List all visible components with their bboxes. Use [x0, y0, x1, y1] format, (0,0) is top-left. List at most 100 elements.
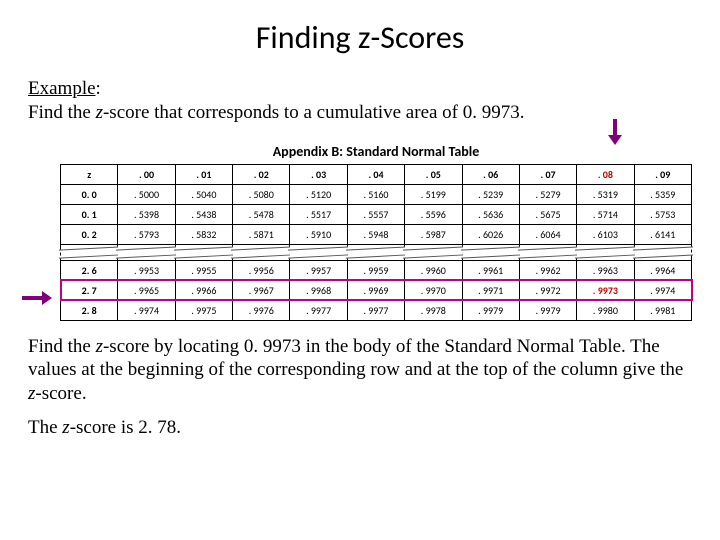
- table-break-cell: [577, 244, 634, 260]
- table-cell: . 5398: [118, 204, 175, 224]
- table-cell: . 9973: [577, 280, 634, 300]
- arrow-right-icon: [22, 291, 56, 305]
- table-header-col: . 03: [290, 164, 347, 184]
- table-cell: . 9977: [290, 300, 347, 320]
- table-cell: . 9969: [347, 280, 404, 300]
- table-cell: . 5793: [118, 224, 175, 244]
- table-row: 2. 8. 9974. 9975. 9976. 9977. 9977. 9978…: [61, 300, 692, 320]
- footer-text: -score by locating 0. 9973 in the body o…: [28, 336, 683, 381]
- table-cell: . 5160: [347, 184, 404, 204]
- table-cell: . 5987: [405, 224, 462, 244]
- table-cell: . 9975: [175, 300, 232, 320]
- table-wrap: Appendix B: Standard Normal Table z. 00.…: [60, 143, 692, 321]
- table-cell: . 5199: [405, 184, 462, 204]
- table-header-col: . 06: [462, 164, 519, 184]
- footer-text: The: [28, 417, 62, 438]
- example-block: Example: Find the z-score that correspon…: [0, 77, 720, 125]
- table-row-header: 2. 6: [61, 260, 118, 280]
- table-header-col: . 00: [118, 164, 175, 184]
- table-cell: . 5359: [634, 184, 691, 204]
- arrow-down-icon: [608, 119, 622, 147]
- footer-text: -score is 2. 78.: [70, 417, 181, 438]
- example-z: z: [96, 102, 103, 123]
- table-break-cell: [519, 244, 576, 260]
- footer-para-2: The z-score is 2. 78.: [28, 416, 692, 440]
- table-cell: . 5000: [118, 184, 175, 204]
- table-cell: . 9978: [405, 300, 462, 320]
- table-cell: . 5239: [462, 184, 519, 204]
- table-row-header: 0. 2: [61, 224, 118, 244]
- table-break-cell: [405, 244, 462, 260]
- table-cell: . 9980: [577, 300, 634, 320]
- table-break-cell: [290, 244, 347, 260]
- table-cell: . 6064: [519, 224, 576, 244]
- table-row-header: 2. 8: [61, 300, 118, 320]
- table-break-cell: [118, 244, 175, 260]
- table-cell: . 9977: [347, 300, 404, 320]
- table-cell: . 5279: [519, 184, 576, 204]
- table-cell: . 9959: [347, 260, 404, 280]
- table-cell: . 5596: [405, 204, 462, 224]
- table-header-col: . 09: [634, 164, 691, 184]
- table-row: 0. 1. 5398. 5438. 5478. 5517. 5557. 5596…: [61, 204, 692, 224]
- table-cell: . 9957: [290, 260, 347, 280]
- footer-text: -score.: [35, 383, 86, 404]
- table-header-z: z: [61, 164, 118, 184]
- table-break-cell: [175, 244, 232, 260]
- table-break-cell: [462, 244, 519, 260]
- table-cell: . 9955: [175, 260, 232, 280]
- table-cell: . 9961: [462, 260, 519, 280]
- footer-z: z: [96, 336, 103, 357]
- table-cell: . 9963: [577, 260, 634, 280]
- table-cell: . 5948: [347, 224, 404, 244]
- table-caption: Appendix B: Standard Normal Table: [60, 143, 692, 160]
- table-cell: . 9981: [634, 300, 691, 320]
- table-cell: . 6141: [634, 224, 691, 244]
- table-cell: . 9956: [233, 260, 290, 280]
- table-header-col: . 04: [347, 164, 404, 184]
- table-cell: . 5080: [233, 184, 290, 204]
- table-cell: . 5438: [175, 204, 232, 224]
- table-cell: . 5753: [634, 204, 691, 224]
- table-cell: . 9966: [175, 280, 232, 300]
- table-header-col: . 02: [233, 164, 290, 184]
- table-cell: . 6103: [577, 224, 634, 244]
- table-cell: . 5910: [290, 224, 347, 244]
- footer-block: Find the z-score by locating 0. 9973 in …: [0, 321, 720, 440]
- table-row-header: 0. 1: [61, 204, 118, 224]
- table-row: 0. 0. 5000. 5040. 5080. 5120. 5160. 5199…: [61, 184, 692, 204]
- table-body: 0. 0. 5000. 5040. 5080. 5120. 5160. 5199…: [61, 184, 692, 320]
- table-cell: . 9972: [519, 280, 576, 300]
- footer-z: z: [62, 417, 69, 438]
- table-header-col: . 01: [175, 164, 232, 184]
- table-row: 2. 7. 9965. 9966. 9967. 9968. 9969. 9970…: [61, 280, 692, 300]
- table-cell: . 9960: [405, 260, 462, 280]
- footer-text: Find the: [28, 336, 96, 357]
- table-cell: . 9953: [118, 260, 175, 280]
- table-row-header: 2. 7: [61, 280, 118, 300]
- table-cell: . 5832: [175, 224, 232, 244]
- table-cell: . 9967: [233, 280, 290, 300]
- table-cell: . 9974: [118, 300, 175, 320]
- table-row: 2. 6. 9953. 9955. 9956. 9957. 9959. 9960…: [61, 260, 692, 280]
- table-header-col: . 08: [577, 164, 634, 184]
- table-cell: . 9965: [118, 280, 175, 300]
- table-break-cell: [61, 244, 118, 260]
- example-colon: :: [96, 78, 101, 99]
- table-row: 0. 2. 5793. 5832. 5871. 5910. 5948. 5987…: [61, 224, 692, 244]
- table-break-cell: [634, 244, 691, 260]
- table-cell: . 5636: [462, 204, 519, 224]
- table-cell: . 9976: [233, 300, 290, 320]
- table-cell: . 5557: [347, 204, 404, 224]
- table-header-col: . 05: [405, 164, 462, 184]
- table-cell: . 9968: [290, 280, 347, 300]
- table-cell: . 5675: [519, 204, 576, 224]
- table-cell: . 9971: [462, 280, 519, 300]
- table-break-cell: [347, 244, 404, 260]
- table-cell: . 9979: [462, 300, 519, 320]
- normal-table: z. 00. 01. 02. 03. 04. 05. 06. 07. 08. 0…: [60, 164, 692, 321]
- table-cell: . 6026: [462, 224, 519, 244]
- table-cell: . 9964: [634, 260, 691, 280]
- table-header-row: z. 00. 01. 02. 03. 04. 05. 06. 07. 08. 0…: [61, 164, 692, 184]
- table-cell: . 9970: [405, 280, 462, 300]
